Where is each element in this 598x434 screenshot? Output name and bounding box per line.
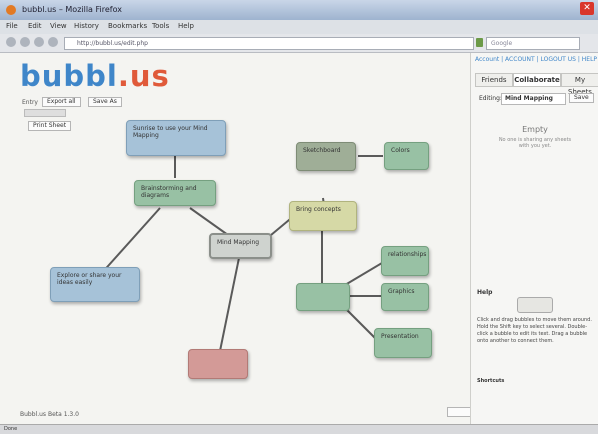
browser-titlebar: bubbl.us – Mozilla Firefox ✕ xyxy=(0,0,598,20)
go-button[interactable] xyxy=(476,38,483,47)
mindmap-node[interactable]: Sketchboard xyxy=(296,142,356,171)
mindmap-node[interactable]: Bring concepts xyxy=(289,201,357,231)
close-window-button[interactable]: ✕ xyxy=(580,2,594,15)
reload-button[interactable] xyxy=(34,37,44,47)
editing-sheet-field[interactable]: Mind Mapping xyxy=(501,93,566,105)
browser-menubar: File Edit View History Bookmarks Tools H… xyxy=(0,20,598,34)
back-button[interactable] xyxy=(6,37,16,47)
home-button[interactable] xyxy=(48,37,58,47)
address-bar[interactable]: http://bubbl.us/edit.php xyxy=(64,37,474,50)
search-input[interactable]: Google xyxy=(486,37,580,50)
help-footer: Shortcuts xyxy=(477,378,505,384)
help-diagram-icon xyxy=(517,297,553,313)
url-text: http://bubbl.us/edit.php xyxy=(77,40,148,47)
mindmap-node[interactable]: Explore or share your ideas easily xyxy=(50,267,140,302)
mindmap-node[interactable]: Graphics xyxy=(381,283,429,311)
tab-friends[interactable]: Friends xyxy=(475,73,513,87)
firefox-icon xyxy=(6,5,16,15)
menu-help[interactable]: Help xyxy=(178,22,194,30)
forward-button[interactable] xyxy=(20,37,30,47)
mindmap-node[interactable]: Presentation xyxy=(374,328,432,358)
menu-view[interactable]: View xyxy=(50,22,67,30)
page-content: bubbl.us Entry Export all Save As Print … xyxy=(0,53,598,425)
help-title: Help xyxy=(477,289,493,296)
menu-file[interactable]: File xyxy=(6,22,18,30)
mindmap-node-central[interactable]: Mind Mapping xyxy=(209,233,272,259)
menu-edit[interactable]: Edit xyxy=(28,22,42,30)
empty-title: Empty xyxy=(522,125,548,134)
mindmap-node[interactable]: Brainstorming and diagrams xyxy=(134,180,216,206)
canvas-corner-button[interactable] xyxy=(447,407,471,417)
mindmap-node[interactable]: Sunrise to use your Mind Mapping xyxy=(126,120,226,156)
empty-text: No one is sharing any sheets with you ye… xyxy=(498,137,572,149)
menu-bookmarks[interactable]: Bookmarks xyxy=(108,22,147,30)
navigation-toolbar: http://bubbl.us/edit.php Google xyxy=(0,34,598,53)
mindmap-node[interactable] xyxy=(188,349,248,379)
user-links[interactable]: Account | ACCOUNT | LOGOUT US | HELP xyxy=(475,56,597,63)
mindmap-node[interactable]: relationships xyxy=(381,246,429,276)
menu-tools[interactable]: Tools xyxy=(152,22,169,30)
status-text: Done xyxy=(4,426,18,432)
tab-collaborate[interactable]: Collaborate xyxy=(513,73,561,87)
sidebar: Account | ACCOUNT | LOGOUT US | HELP Fri… xyxy=(470,53,598,425)
mindmap-node[interactable] xyxy=(296,283,350,311)
editing-label: Editing: xyxy=(479,95,502,102)
help-text: Click and drag bubbles to move them arou… xyxy=(477,317,592,344)
version-label: Bubbl.us Beta 1.3.0 xyxy=(20,411,79,418)
mindmap-node[interactable]: Colors xyxy=(384,142,429,170)
window-title: bubbl.us – Mozilla Firefox xyxy=(22,5,122,14)
save-button[interactable]: Save xyxy=(569,93,594,103)
tab-my-sheets[interactable]: My Sheets xyxy=(561,73,598,96)
menu-history[interactable]: History xyxy=(74,22,99,30)
